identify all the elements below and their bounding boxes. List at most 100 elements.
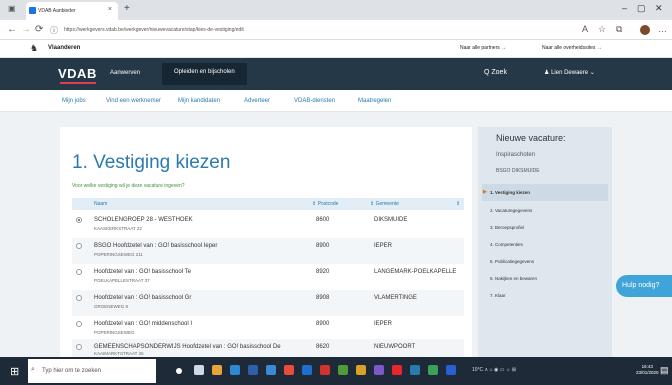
notifications-icon[interactable]: ▤ <box>660 365 669 376</box>
vestiging-name: Hoofdzetel van : GO! basisschool Gr <box>94 295 192 301</box>
task-view-icon[interactable] <box>194 365 204 375</box>
app-icon-11[interactable] <box>392 365 402 375</box>
app-icon-9[interactable] <box>356 365 366 375</box>
app-icon-14[interactable] <box>446 365 456 375</box>
vdab-logo[interactable]: VDAB <box>58 66 97 81</box>
radio-button[interactable] <box>76 217 82 223</box>
flanders-lion-icon: ♞ <box>30 43 39 53</box>
vestiging-postcode: 8620 <box>316 344 330 350</box>
step-vestiging-kiezen[interactable]: 1. Vestiging kiezen <box>482 184 608 201</box>
all-partners-link[interactable]: Naar alle partners → <box>460 45 506 51</box>
vestiging-address: KAAIMARKTSTRAAT 26 <box>94 351 144 356</box>
radio-button[interactable] <box>76 344 82 350</box>
sidebar-organisation: BSGO DIKSMUIDE <box>496 168 540 174</box>
address-bar-row: ← → ⟳ ⓘ https://werkgevers.vdab.be/werkg… <box>0 20 672 40</box>
new-tab-button[interactable]: + <box>124 3 130 14</box>
windows-taskbar: ⊞ ⌕ Typ hier om te zoeken 10°C ∧ ⌂ ◉ ▭ ☼… <box>0 357 672 385</box>
cortana-icon[interactable] <box>176 368 182 374</box>
step-competenties[interactable]: 4. Competenties <box>482 236 608 253</box>
col-sort-icon[interactable]: ⇕ <box>456 201 460 207</box>
col-gemeente[interactable]: ⇕ Gemeente <box>370 201 399 207</box>
col-postcode[interactable]: ⇕ Postcode <box>312 201 338 207</box>
favorite-star-icon[interactable]: ☆ <box>598 24 606 35</box>
subnav-mijn-jobs[interactable]: Mijn jobs <box>62 98 86 104</box>
close-tab-icon[interactable]: × <box>108 6 112 13</box>
windows-start-icon[interactable]: ⊞ <box>10 365 19 378</box>
vestiging-question: Voor welke vestiging wil je deze vacatur… <box>72 183 185 189</box>
reload-button[interactable]: ⟳ <box>35 24 43 35</box>
vlaanderen-label[interactable]: Vlaanderen <box>48 45 80 51</box>
more-menu-icon[interactable]: … <box>658 24 667 34</box>
vestiging-name: Hoofdzetel van : GO! basisschool Te <box>94 269 191 275</box>
search-icon: ⌕ <box>31 366 35 373</box>
col-naam[interactable]: Naam <box>94 201 107 207</box>
radio-button[interactable] <box>76 321 82 327</box>
help-button[interactable]: Hulp nodig? <box>616 275 672 297</box>
url-field[interactable]: https://werkgevers.vdab.be/werkgever/nie… <box>58 23 528 37</box>
step-klaar[interactable]: 7. Klaar <box>482 287 608 304</box>
minimize-button[interactable]: – <box>622 3 627 13</box>
search-button[interactable]: Q Zoek <box>484 69 507 76</box>
vestiging-gemeente: IEPER <box>374 243 393 249</box>
app-icon-10[interactable] <box>374 365 384 375</box>
all-government-sites-link[interactable]: Naar alle overheidssites → <box>542 45 602 51</box>
read-aloud-icon[interactable]: A <box>582 24 588 34</box>
table-row[interactable]: SCHOLENGROEP 28 - WESTHOEK KAASKERKSTRAA… <box>72 212 464 238</box>
app-icon-12[interactable] <box>410 365 420 375</box>
vestiging-address: POELKAPELLESTRAAT 37 <box>94 278 150 283</box>
vestiging-address: POPERINGSEWEG <box>94 330 135 335</box>
system-tray[interactable]: 10°C ∧ ⌂ ◉ ▭ ☼ ⊞ <box>472 367 516 373</box>
nav-opleiden[interactable]: Opleiden en bijscholen <box>162 63 247 85</box>
subnav-maatregelen[interactable]: Maatregelen <box>358 98 391 104</box>
app-icon-13[interactable] <box>428 365 438 375</box>
app-icon-5[interactable] <box>284 365 294 375</box>
app-icon-7[interactable] <box>320 365 330 375</box>
logo-underline <box>60 82 96 84</box>
vestiging-name: Hoofdzetel van : GO! middenschool I <box>94 321 193 327</box>
vdab-header: VDAB Aanwerven Opleiden en bijscholen Q … <box>0 58 672 90</box>
forward-button[interactable]: → <box>21 24 31 35</box>
nav-aanwerven[interactable]: Aanwerven <box>110 70 140 76</box>
step-vacaturegegevens[interactable]: 2. Vacaturegegevens <box>482 202 608 219</box>
step-publicatiegegevens[interactable]: 5. Publicatiegegevens <box>482 253 608 270</box>
app-icon-4[interactable] <box>266 365 276 375</box>
radio-button[interactable] <box>76 295 82 301</box>
browser-tab[interactable]: VDAB Aanbieder × <box>26 2 118 20</box>
step-beroepsprofiel[interactable]: 3. Beroepsprofiel <box>482 219 608 236</box>
profile-avatar[interactable] <box>640 25 650 35</box>
table-row[interactable]: GEMEENSCHAPSONDERWIJS Hoofdzetel van : G… <box>72 339 464 357</box>
collections-icon[interactable]: ⧉ <box>616 24 622 35</box>
subnav-adverteer[interactable]: Adverteer <box>244 98 270 104</box>
radio-button[interactable] <box>76 269 82 275</box>
taskbar-search[interactable]: ⌕ Typ hier om te zoeken <box>28 359 156 383</box>
user-menu[interactable]: ♟ Lien Dewaere ⌄ <box>544 69 595 76</box>
table-row[interactable]: Hoofdzetel van : GO! basisschool Te POEL… <box>72 264 464 290</box>
back-button[interactable]: ← <box>7 24 17 35</box>
user-name: Lien Dewaere ⌄ <box>551 70 595 76</box>
vestiging-postcode: 8600 <box>316 217 330 223</box>
vestiging-name: SCHOLENGROEP 28 - WESTHOEK <box>94 217 193 223</box>
tab-actions-icon[interactable]: ▣ <box>8 4 16 13</box>
site-info-icon[interactable]: ⓘ <box>50 25 58 36</box>
vestiging-name: BSGO Hoofdzetel van : GO! basisschool Ie… <box>94 243 218 249</box>
step-nakijken-bewaren[interactable]: 6. Nakijken en bewaren <box>482 270 608 287</box>
app-icon-6[interactable] <box>302 365 312 375</box>
table-row[interactable]: Hoofdzetel van : GO! basisschool Gr GROE… <box>72 290 464 316</box>
subnav-vdab-diensten[interactable]: VDAB-diensten <box>294 98 335 104</box>
maximize-button[interactable]: ▢ <box>637 3 646 14</box>
page-title: 1. Vestiging kiezen <box>72 152 231 173</box>
app-icon-1[interactable] <box>212 365 222 375</box>
vestiging-address: GROENEWEG 8 <box>94 304 129 309</box>
app-icon-3[interactable] <box>248 365 258 375</box>
subnav-mijn-kandidaten[interactable]: Mijn kandidaten <box>178 98 220 104</box>
radio-button[interactable] <box>76 243 82 249</box>
vestiging-gemeente: IEPER <box>374 321 393 327</box>
taskbar-clock[interactable]: 16:43 23/01/2020 <box>636 364 659 376</box>
app-icon-8[interactable] <box>338 365 348 375</box>
vestiging-name: GEMEENSCHAPSONDERWIJS Hoofdzetel van : G… <box>94 344 281 350</box>
subnav-vind-werknemer[interactable]: Vind een werknemer <box>106 98 161 104</box>
sidebar-title: Nieuwe vacature: <box>496 133 566 143</box>
table-row[interactable]: BSGO Hoofdzetel van : GO! basisschool Ie… <box>72 238 464 264</box>
edge-icon[interactable] <box>230 365 240 375</box>
close-window-button[interactable]: ✕ <box>655 3 663 14</box>
